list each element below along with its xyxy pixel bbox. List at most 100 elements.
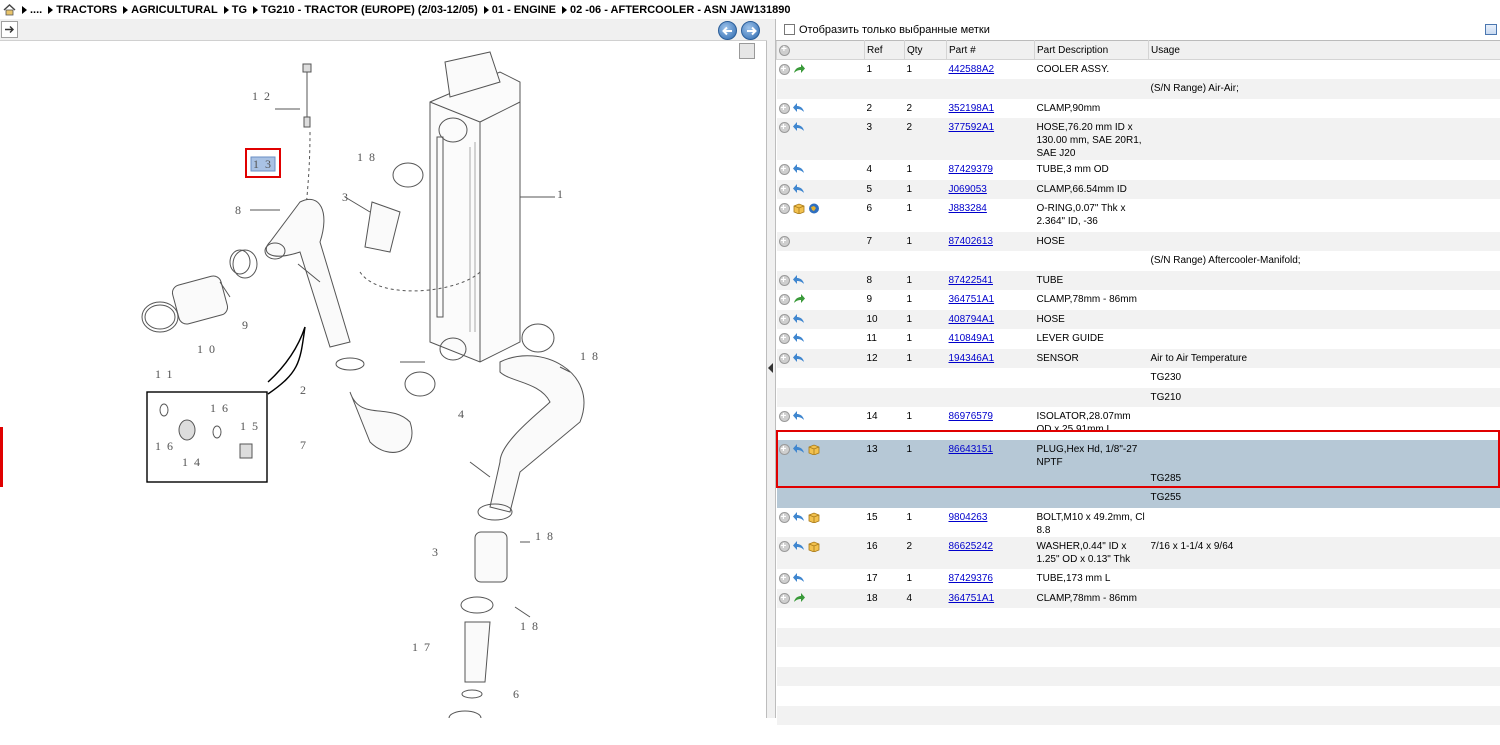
part-number-link[interactable]: 87429379 [949,164,994,175]
table-row[interactable]: TG255 [777,488,1500,508]
box-icon[interactable] [808,541,820,552]
part-number-link[interactable]: 364751A1 [949,294,995,305]
part-number-link[interactable]: 86976579 [949,411,994,422]
green-arrow-icon[interactable] [793,64,805,75]
cell-part-number[interactable]: 87422541 [947,271,1035,291]
cell-part-number[interactable]: 442588A2 [947,60,1035,80]
table-row[interactable]: 61J883284O-RING,0.07" Thk x 2.364" ID, -… [777,199,1500,232]
table-row[interactable]: 4187429379TUBE,3 mm OD [777,160,1500,180]
table-row[interactable]: 7187402613HOSE [777,232,1500,252]
add-to-cart-icon[interactable] [779,64,790,75]
add-to-cart-icon[interactable] [779,275,790,286]
blue-arrow-icon[interactable] [793,411,805,422]
cell-part-number[interactable]: 364751A1 [947,589,1035,609]
table-row[interactable]: 184364751A1CLAMP,78mm - 86mm [777,589,1500,609]
add-to-cart-icon[interactable] [779,411,790,422]
cell-part-number[interactable]: 408794A1 [947,310,1035,330]
part-number-link[interactable]: 9804263 [949,512,988,523]
globe-icon[interactable] [808,203,820,214]
panel-splitter[interactable] [767,19,776,718]
add-to-cart-icon[interactable] [779,184,790,195]
collapse-arrow-icon[interactable] [768,363,773,373]
header-qty[interactable]: Qty [905,41,947,60]
blue-arrow-icon[interactable] [793,573,805,584]
add-to-cart-icon[interactable] [779,103,790,114]
table-row[interactable]: (S/N Range) Aftercooler-Manifold; [777,251,1500,271]
add-to-cart-icon[interactable] [779,512,790,523]
table-row[interactable]: 32377592A1HOSE,76.20 mm ID x 130.00 mm, … [777,118,1500,160]
header-ref[interactable]: Ref [865,41,905,60]
green-arrow-icon[interactable] [793,593,805,604]
blue-arrow-icon[interactable] [793,103,805,114]
table-row[interactable]: TG210 [777,388,1500,408]
cell-part-number[interactable]: 410849A1 [947,329,1035,349]
blue-arrow-icon[interactable] [793,184,805,195]
table-row[interactable]: 11442588A2COOLER ASSY. [777,60,1500,80]
part-number-link[interactable]: 442588A2 [949,64,995,75]
blue-arrow-icon[interactable] [793,444,805,455]
part-number-link[interactable]: 87429376 [949,573,994,584]
part-number-link[interactable]: 364751A1 [949,593,995,604]
part-number-link[interactable]: 194346A1 [949,353,995,364]
breadcrumb-item-engine[interactable]: 01 - ENGINE [484,4,556,16]
show-selected-only-checkbox[interactable] [784,24,795,35]
cell-part-number[interactable] [947,251,1035,271]
cell-part-number[interactable] [947,488,1035,508]
blue-arrow-icon[interactable] [793,122,805,133]
list-view-icon[interactable] [1485,24,1497,35]
add-to-cart-icon[interactable] [779,353,790,364]
blue-arrow-icon[interactable] [793,164,805,175]
cell-part-number[interactable]: 87429376 [947,569,1035,589]
table-row[interactable]: 14186976579ISOLATOR,28.07mm OD x 25.91mm… [777,407,1500,440]
table-row[interactable]: 121194346A1SENSORAir to Air Temperature [777,349,1500,369]
blue-arrow-icon[interactable] [793,541,805,552]
blue-arrow-icon[interactable] [793,353,805,364]
add-to-cart-icon[interactable] [779,541,790,552]
add-to-cart-icon[interactable] [779,236,790,247]
next-page-button[interactable] [741,21,760,40]
add-to-cart-icon[interactable] [779,314,790,325]
table-row[interactable]: 1519804263BOLT,M10 x 49.2mm, Cl 8.8 [777,508,1500,537]
table-row[interactable]: TG285 [777,469,1500,489]
part-number-link[interactable]: 377592A1 [949,122,995,133]
table-row[interactable]: 16286625242WASHER,0.44" ID x 1.25" OD x … [777,537,1500,570]
add-to-cart-icon[interactable] [779,444,790,455]
parts-diagram[interactable]: 1 2 3 3 4 5 6 7 8 9 10 11 12 13 14 15 16… [0,42,766,718]
table-row[interactable]: 51J069053CLAMP,66.54mm ID [777,180,1500,200]
table-row[interactable]: 17187429376TUBE,173 mm L [777,569,1500,589]
breadcrumb-item-model[interactable]: TG210 - TRACTOR (EUROPE) (2/03-12/05) [253,4,478,16]
add-to-cart-icon[interactable] [779,573,790,584]
header-select[interactable] [777,41,865,60]
part-number-link[interactable]: 87422541 [949,275,994,286]
previous-page-button[interactable] [718,21,737,40]
cell-part-number[interactable]: J069053 [947,180,1035,200]
part-number-link[interactable]: 408794A1 [949,314,995,325]
breadcrumb-item-tractors[interactable]: TRACTORS [48,4,117,16]
header-part-number[interactable]: Part # [947,41,1035,60]
cell-part-number[interactable] [947,368,1035,388]
breadcrumb-item-root[interactable]: .... [22,4,42,16]
add-to-cart-icon[interactable] [779,164,790,175]
expand-panel-button[interactable] [1,21,18,38]
part-number-link[interactable]: 86625242 [949,541,994,552]
table-row[interactable]: (S/N Range) Air-Air; [777,79,1500,99]
blue-arrow-icon[interactable] [793,512,805,523]
blue-arrow-icon[interactable] [793,333,805,344]
add-to-cart-icon[interactable] [779,593,790,604]
table-row[interactable]: 101408794A1HOSE [777,310,1500,330]
table-row[interactable]: 13186643151PLUG,Hex Hd, 1/8"-27 NPTF [777,440,1500,469]
header-description[interactable]: Part Description [1035,41,1149,60]
cell-part-number[interactable]: J883284 [947,199,1035,232]
add-to-cart-icon[interactable] [779,294,790,305]
cell-part-number[interactable]: 352198A1 [947,99,1035,119]
green-arrow-icon[interactable] [793,294,805,305]
cell-part-number[interactable]: 87429379 [947,160,1035,180]
add-to-cart-icon[interactable] [779,203,790,214]
cell-part-number[interactable]: 9804263 [947,508,1035,537]
part-number-link[interactable]: J883284 [949,203,987,214]
part-number-link[interactable]: 86643151 [949,444,994,455]
blue-arrow-icon[interactable] [793,275,805,286]
part-number-link[interactable]: 352198A1 [949,103,995,114]
cell-part-number[interactable]: 87402613 [947,232,1035,252]
cell-part-number[interactable]: 86643151 [947,440,1035,469]
